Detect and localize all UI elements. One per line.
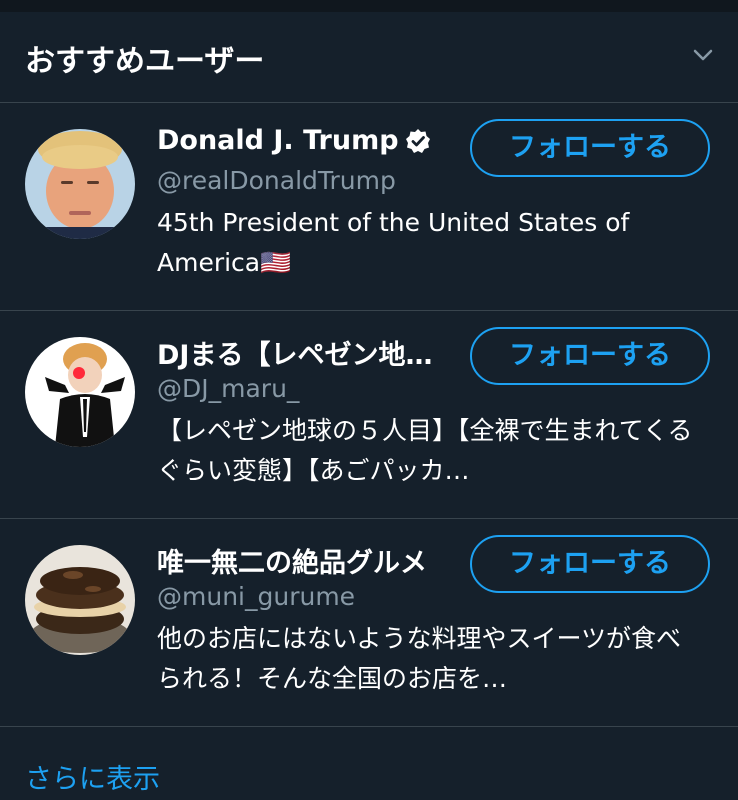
follow-button[interactable]: フォローする (470, 119, 710, 177)
card-title: おすすめユーザー (25, 44, 265, 79)
user-handle[interactable]: @realDonaldTrump (157, 166, 396, 195)
avatar[interactable] (25, 129, 135, 239)
avatar[interactable] (25, 337, 135, 447)
top-strip (0, 0, 738, 12)
show-more-link[interactable]: さらに表示 (25, 757, 160, 796)
avatar[interactable] (25, 545, 135, 655)
display-name[interactable]: DJまる【レペゼン地… (157, 333, 432, 371)
name-line: Donald J. Trump (157, 125, 462, 163)
follow-button[interactable]: フォローする (470, 327, 710, 385)
chevron-down-icon[interactable] (688, 40, 718, 70)
user-bio: 他のお店にはないような料理やスイーツが食べられる！そんな全国のお店を… (157, 624, 682, 693)
user-bio: 【レペゼン地球の５人目】【全裸で生まれてくるぐらい変態】【あごパッカ… (157, 416, 693, 485)
name-line: 唯一無二の絶品グルメ (157, 541, 462, 579)
user-handle[interactable]: @muni_gurume (157, 582, 355, 611)
follow-button[interactable]: フォローする (470, 535, 710, 593)
card-header: おすすめユーザー (0, 12, 738, 103)
name-line: DJまる【レペゼン地… (157, 333, 462, 371)
user-row[interactable]: Donald J. Trump @realDonaldTrump 45th Pr… (0, 103, 738, 311)
user-bio: 45th President of the United States of A… (157, 208, 630, 277)
user-row[interactable]: 唯一無二の絶品グルメ @muni_gurume 他のお店にはないような料理やスイ… (0, 519, 738, 727)
user-handle[interactable]: @DJ_maru_ (157, 374, 299, 403)
display-name[interactable]: 唯一無二の絶品グルメ (157, 541, 427, 579)
verified-badge-icon (405, 128, 431, 154)
who-to-follow-card: おすすめユーザー Donald J. Trump @realDonaldTrum… (0, 12, 738, 800)
user-row[interactable]: DJまる【レペゼン地… @DJ_maru_ 【レペゼン地球の５人目】【全裸で生ま… (0, 311, 738, 519)
display-name[interactable]: Donald J. Trump (157, 125, 399, 156)
